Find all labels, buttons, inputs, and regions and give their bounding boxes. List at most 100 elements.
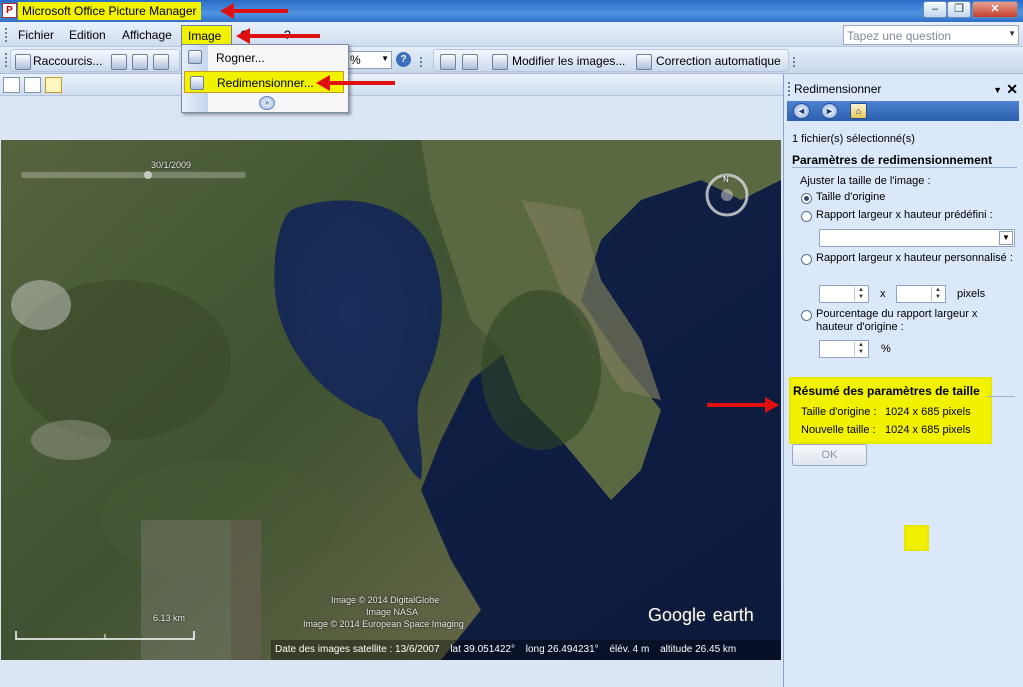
google-earth-logo-earth: earth (712, 605, 754, 625)
task-pane-header: Redimensionner ▼ ✕ (784, 78, 1023, 100)
radio-predefined[interactable] (801, 211, 812, 222)
section-divider (987, 396, 1015, 397)
menu-bar: Fichier Edition Affichage Image O ? Tape… (0, 22, 1023, 47)
option-percent: Pourcentage du rapport largeur x (816, 308, 978, 320)
thumbnail-view-icon[interactable] (3, 77, 20, 93)
minimize-button[interactable]: ‒ (923, 1, 947, 18)
chevron-down-icon[interactable]: ▼ (1008, 29, 1016, 38)
altitude: altitude 26.45 km (660, 644, 737, 655)
help-search-input[interactable]: Tapez une question ▼ (843, 25, 1019, 45)
shortcuts-button[interactable]: Raccourcis... (33, 54, 102, 70)
annotation-arrow (220, 3, 288, 19)
annotation-arrow (707, 397, 779, 413)
menu-image[interactable]: Image (181, 25, 232, 45)
credit-line: Image © 2014 DigitalGlobe (331, 595, 440, 605)
chevron-down-icon: ▼ (381, 54, 389, 63)
google-earth-logo: Google earth (648, 602, 754, 626)
view-bar (0, 74, 783, 96)
edit-images-button[interactable]: Modifier les images... (512, 54, 625, 70)
forward-icon[interactable]: ► (821, 103, 838, 119)
stepper-arrows[interactable]: ▲ ▼ (854, 342, 867, 356)
credit-line: Image NASA (366, 607, 419, 617)
maximize-button[interactable]: ❐ (947, 1, 971, 18)
grip-handle[interactable] (5, 28, 8, 42)
window-title: Microsoft Office Picture Manager (18, 2, 201, 20)
toolbar: Raccourcis... % ▼ ? Modifier les images.… (0, 47, 1023, 74)
size-summary-box: Résumé des paramètres de taille Taille d… (789, 377, 992, 444)
menu-fichier[interactable]: Fichier (18, 28, 54, 42)
stepper-arrows[interactable]: ▲ ▼ (854, 287, 867, 301)
title-bar: P Microsoft Office Picture Manager ‒ ❐ ✕ (0, 0, 1023, 22)
picture-viewer: 30/1/2009 N Image © 2014 DigitalGlobe Im… (0, 96, 783, 687)
help-icon[interactable]: ? (396, 52, 411, 67)
chevron-down-icon[interactable]: ▼ (993, 85, 1002, 95)
original-size-value: 1024 x 685 pixels (885, 406, 971, 418)
option-predefined: Rapport largeur x hauteur prédéfini : (816, 209, 993, 221)
option-custom: Rapport largeur x hauteur personnalisé : (816, 252, 1013, 264)
zoom-value: % (350, 53, 361, 67)
zoom-select[interactable]: % ▼ (346, 51, 392, 69)
toolbar-group-edit: Modifier les images... Correction automa… (433, 49, 789, 72)
new-size-label: Nouvelle taille : (801, 424, 876, 436)
menu-affichage[interactable]: Affichage (122, 28, 172, 42)
chevron-down-icon: ▼ (999, 231, 1013, 245)
pixels-unit: pixels (957, 288, 986, 300)
adjust-label: Ajuster la taille de l'image : (800, 175, 931, 187)
rotate-left-icon[interactable] (440, 54, 456, 70)
elevation: élév. 4 m (609, 644, 650, 655)
ok-button[interactable]: OK (792, 444, 867, 466)
auto-correct-icon (636, 54, 652, 70)
radio-original-size[interactable] (801, 193, 812, 204)
imagery-date: Date des images satellite : 13/6/2007 (275, 644, 440, 655)
scale-bar (15, 631, 195, 640)
back-icon[interactable]: ◄ (793, 103, 810, 119)
help-search-placeholder: Tapez une question (847, 29, 952, 43)
resize-task-pane: Redimensionner ▼ ✕ ◄ ► ⌂ 1 fichier(s) sé… (783, 74, 1023, 687)
toolbar-group-standard: Raccourcis... (10, 49, 180, 72)
section-resize-settings: Paramètres de redimensionnement (792, 153, 1017, 168)
scale-label: 6.13 km (153, 613, 186, 623)
satellite-photo[interactable]: 30/1/2009 N Image © 2014 DigitalGlobe Im… (1, 140, 781, 660)
menu-item-resize-label: Redimensionner... (217, 76, 314, 90)
predefined-select[interactable]: ▼ (819, 229, 1015, 247)
compass-north-label: N (723, 175, 729, 184)
close-button[interactable]: ✕ (972, 1, 1018, 18)
rotate-right-icon[interactable] (462, 54, 478, 70)
shortcuts-icon (15, 54, 31, 70)
time-slider[interactable] (21, 170, 246, 180)
picture-manager-icon: P (2, 3, 17, 18)
radio-custom[interactable] (801, 254, 812, 265)
latitude: lat 39.051422° (450, 644, 515, 655)
files-selected: 1 fichier(s) sélectionné(s) (792, 133, 915, 145)
home-icon[interactable]: ⌂ (850, 103, 867, 119)
custom-height-stepper[interactable]: ▲ ▼ (896, 285, 946, 303)
expand-menu-icon[interactable]: » (259, 96, 275, 110)
crop-icon (188, 50, 202, 64)
stepper-arrows[interactable]: ▲ ▼ (931, 287, 944, 301)
toolbar-overflow[interactable] (793, 57, 796, 67)
edit-images-icon (492, 54, 508, 70)
toolbar-overflow[interactable] (420, 57, 423, 67)
filmstrip-view-icon[interactable] (24, 77, 41, 93)
grip-handle[interactable] (5, 53, 8, 67)
menu-item-crop[interactable]: Rogner... (208, 47, 348, 69)
print-icon[interactable] (132, 54, 148, 70)
time-slider-date: 30/1/2009 (151, 160, 192, 170)
google-earth-logo-google: Google (648, 605, 707, 625)
menu-edition[interactable]: Edition (69, 28, 106, 42)
status-line: Date des images satellite : 13/6/2007 la… (271, 640, 781, 660)
close-icon[interactable]: ✕ (1006, 81, 1018, 98)
percent-stepper[interactable]: ▲ ▼ (819, 340, 869, 358)
percent-unit: % (881, 343, 891, 355)
option-original-size: Taille d'origine (816, 191, 886, 203)
auto-correct-button[interactable]: Correction automatique (656, 54, 781, 70)
x-separator: x (880, 288, 886, 300)
section-size-summary: Résumé des paramètres de taille (793, 384, 980, 398)
radio-percent[interactable] (801, 310, 812, 321)
menu-image-label: Image (188, 29, 222, 43)
custom-width-stepper[interactable]: ▲ ▼ (819, 285, 869, 303)
save-icon[interactable] (111, 54, 127, 70)
highlight-marker (904, 525, 929, 551)
copy-icon[interactable] (153, 54, 169, 70)
single-picture-view-icon[interactable] (45, 77, 62, 93)
